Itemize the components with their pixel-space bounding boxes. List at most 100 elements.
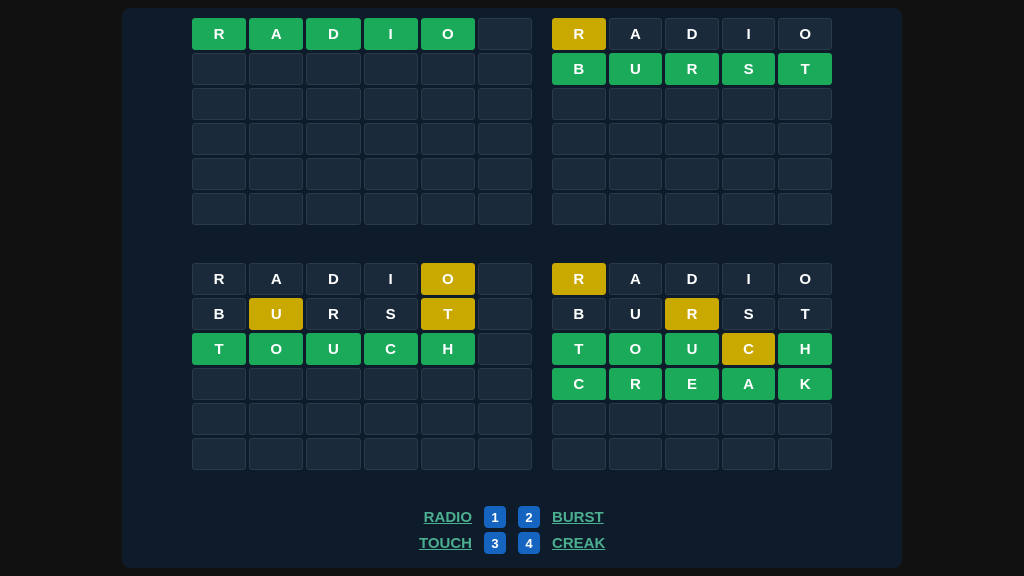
cell: A bbox=[609, 18, 663, 50]
cell bbox=[552, 88, 606, 120]
cell bbox=[192, 123, 246, 155]
cell: B bbox=[552, 53, 606, 85]
cell: H bbox=[778, 333, 832, 365]
cell bbox=[478, 263, 532, 295]
cell bbox=[192, 438, 246, 470]
badge-4: 4 bbox=[518, 532, 540, 554]
cell bbox=[609, 123, 663, 155]
board-row: R A D I O bbox=[552, 18, 832, 50]
cell bbox=[364, 158, 418, 190]
cell bbox=[722, 123, 776, 155]
top-right-board: R A D I O B U R S T bbox=[552, 18, 832, 253]
word-label-burst[interactable]: BURST bbox=[552, 509, 622, 526]
cell: R bbox=[609, 368, 663, 400]
cell bbox=[778, 158, 832, 190]
cell bbox=[249, 368, 303, 400]
cell bbox=[478, 18, 532, 50]
cell bbox=[478, 53, 532, 85]
cell: A bbox=[609, 263, 663, 295]
cell: O bbox=[421, 263, 475, 295]
board-row bbox=[192, 88, 532, 120]
cell: S bbox=[722, 53, 776, 85]
cell: O bbox=[609, 333, 663, 365]
cell: B bbox=[192, 298, 246, 330]
cell: R bbox=[192, 263, 246, 295]
cell bbox=[192, 158, 246, 190]
cell bbox=[665, 438, 719, 470]
cell bbox=[552, 403, 606, 435]
cell bbox=[421, 368, 475, 400]
cell bbox=[722, 158, 776, 190]
cell bbox=[364, 403, 418, 435]
board-row bbox=[192, 193, 532, 225]
cell bbox=[192, 88, 246, 120]
word-label-touch[interactable]: TOUCH bbox=[402, 535, 472, 552]
cell bbox=[306, 403, 360, 435]
board-row bbox=[552, 193, 832, 225]
cell bbox=[778, 438, 832, 470]
cell: T bbox=[552, 333, 606, 365]
cell bbox=[478, 403, 532, 435]
board-row: T O U C H bbox=[552, 333, 832, 365]
cell bbox=[306, 88, 360, 120]
cell: R bbox=[552, 18, 606, 50]
cell: D bbox=[665, 263, 719, 295]
cell: D bbox=[306, 263, 360, 295]
bottom-right-board: R A D I O B U R S T T O U C H bbox=[552, 263, 832, 498]
cell: B bbox=[552, 298, 606, 330]
cell bbox=[249, 403, 303, 435]
cell bbox=[421, 88, 475, 120]
board-row bbox=[552, 158, 832, 190]
badge-2: 2 bbox=[518, 506, 540, 528]
board-row bbox=[192, 403, 532, 435]
score-bar: RADIO 1 2 BURST TOUCH 3 4 CREAK bbox=[142, 498, 882, 558]
cell bbox=[192, 403, 246, 435]
cell: U bbox=[249, 298, 303, 330]
board-row bbox=[552, 438, 832, 470]
top-left-board: R A D I O bbox=[192, 18, 532, 253]
board-row: R A D I O bbox=[192, 263, 532, 295]
cell bbox=[609, 403, 663, 435]
cell: A bbox=[722, 368, 776, 400]
cell bbox=[249, 88, 303, 120]
cell bbox=[722, 88, 776, 120]
cell bbox=[478, 438, 532, 470]
board-row bbox=[192, 438, 532, 470]
cell bbox=[665, 88, 719, 120]
cell bbox=[192, 193, 246, 225]
bottom-boards-area: R A D I O B U R S T T O U C bbox=[142, 263, 882, 498]
board-row: B U R S T bbox=[192, 298, 532, 330]
cell bbox=[609, 88, 663, 120]
board-row bbox=[192, 158, 532, 190]
cell: O bbox=[778, 263, 832, 295]
cell bbox=[421, 158, 475, 190]
cell bbox=[192, 53, 246, 85]
cell bbox=[306, 193, 360, 225]
cell: A bbox=[249, 18, 303, 50]
cell bbox=[722, 193, 776, 225]
cell: T bbox=[778, 53, 832, 85]
cell bbox=[306, 158, 360, 190]
cell bbox=[421, 438, 475, 470]
cell bbox=[306, 368, 360, 400]
boards-area: R A D I O bbox=[142, 18, 882, 253]
cell bbox=[478, 158, 532, 190]
cell bbox=[478, 123, 532, 155]
board-row: C R E A K bbox=[552, 368, 832, 400]
cell: U bbox=[609, 298, 663, 330]
cell bbox=[609, 438, 663, 470]
cell bbox=[609, 158, 663, 190]
divider bbox=[142, 253, 882, 263]
cell bbox=[478, 333, 532, 365]
cell: K bbox=[778, 368, 832, 400]
word-label-radio[interactable]: RADIO bbox=[402, 509, 472, 526]
cell: D bbox=[306, 18, 360, 50]
cell bbox=[552, 193, 606, 225]
word-label-creak[interactable]: CREAK bbox=[552, 535, 622, 552]
cell: U bbox=[609, 53, 663, 85]
cell bbox=[249, 193, 303, 225]
board-row bbox=[552, 403, 832, 435]
score-row-1: RADIO 1 2 BURST bbox=[402, 506, 622, 528]
cell: I bbox=[364, 263, 418, 295]
cell bbox=[364, 193, 418, 225]
